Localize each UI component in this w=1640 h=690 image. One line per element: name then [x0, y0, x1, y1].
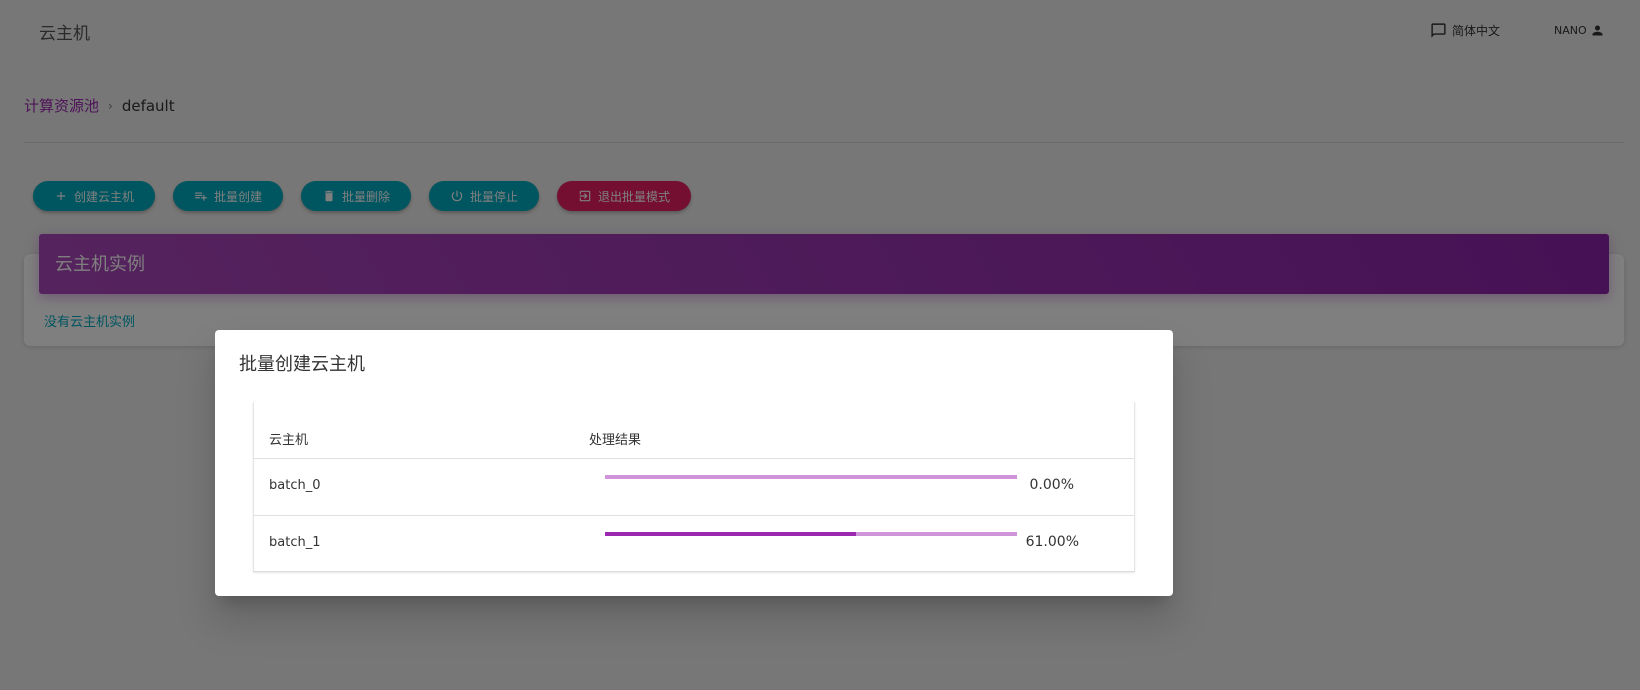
column-header-result: 处理结果	[589, 433, 642, 448]
instance-name: batch_0	[269, 478, 321, 493]
column-header-instance: 云主机	[269, 433, 309, 448]
dialog-title: 批量创建云主机	[239, 354, 365, 375]
progress-bar	[605, 532, 1017, 536]
progress-percent: 0.00%	[1029, 477, 1074, 493]
progress-percent: 61.00%	[1025, 534, 1079, 550]
instance-name: batch_1	[269, 535, 321, 550]
progress-bar	[605, 475, 1017, 479]
batch-result-table: 云主机 处理结果 batch_0 0.00% batch_1 61.00%	[253, 402, 1135, 572]
table-row: batch_0 0.00%	[254, 458, 1134, 515]
batch-create-dialog: 批量创建云主机 云主机 处理结果 batch_0 0.00% batch_1 6…	[215, 330, 1173, 596]
table-row: batch_1 61.00%	[254, 515, 1134, 572]
progress-bar-fill	[605, 532, 857, 536]
